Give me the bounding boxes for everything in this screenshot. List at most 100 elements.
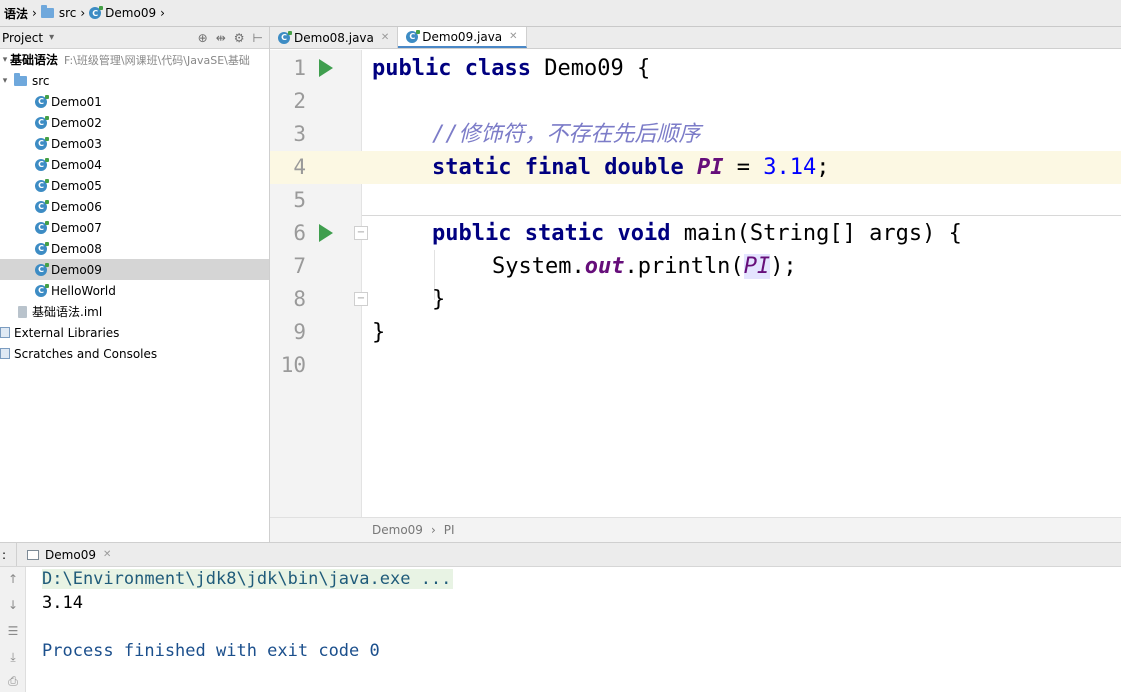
tree-item-label: Scratches and Consoles [14,346,158,361]
call-end: ); [770,254,797,279]
code-line: 8 − } [270,283,1121,316]
tree-item-class-selected[interactable]: C Demo09 [0,259,269,280]
soft-wrap-icon[interactable]: ☰ [6,624,20,638]
fold-icon[interactable]: − [354,226,368,240]
run-gutter-icon[interactable] [319,59,333,77]
tree-item-label: src [32,73,50,88]
hide-icon[interactable]: ⊢ [253,31,263,45]
comment: //修饰符，不存在先后顺序 [432,122,701,147]
gear-icon[interactable]: ⚙ [234,31,245,45]
tree-item-class[interactable]: C Demo02 [0,112,269,133]
tree-item-class[interactable]: C Demo03 [0,133,269,154]
tab-demo08[interactable]: C Demo08.java ✕ [270,27,399,48]
breadcrumb-class[interactable]: Demo09 [372,523,423,537]
dropdown-arrow-icon[interactable]: ▾ [49,32,54,43]
editor-tabs: C Demo08.java ✕ C Demo09.java ✕ [270,27,1121,49]
line-number: 7 [293,254,306,278]
tree-item-label: Demo05 [51,178,102,193]
fold-icon[interactable]: − [354,292,368,306]
run-gutter-icon[interactable] [319,224,333,242]
code-text: } [372,320,386,345]
print-icon[interactable]: ⎙ [6,674,20,688]
tree-item-label: Demo09 [51,262,102,277]
scroll-to-end-icon[interactable]: ⤓ [6,650,20,664]
java-class-icon: C [35,178,49,192]
tab-label: Demo09.java [422,29,503,44]
library-icon [0,327,10,338]
code-line: 5 [270,184,1121,217]
method-separator [362,215,1121,216]
console-command: D:\Environment\jdk8\jdk\bin\java.exe ... [42,569,454,589]
project-view-selector[interactable]: Project [2,31,43,45]
tree-item-class[interactable]: C Demo04 [0,154,269,175]
tree-item-label: 基础语法.iml [32,305,103,319]
tree-item-src[interactable]: ▾ src [0,70,269,91]
code-text: static final double PI = 3.14; [432,151,829,184]
static-field: PI [696,155,724,180]
target-icon[interactable]: ⊕ [198,31,208,45]
breadcrumb-member[interactable]: PI [444,523,455,537]
tree-item-class[interactable]: C Demo06 [0,196,269,217]
chevron-right-icon: › [430,523,436,537]
down-arrow-icon[interactable]: ↓ [6,598,20,612]
keyword: class [464,56,531,81]
static-field: out [584,254,625,279]
chevron-right-icon: › [160,6,165,20]
close-icon[interactable]: ✕ [509,31,517,42]
tab-demo09[interactable]: C Demo09.java ✕ [398,27,527,48]
code-line: 9 } [270,316,1121,349]
tree-item-class[interactable]: C Demo01 [0,91,269,112]
tree-item-root[interactable]: ▾ 基础语法 F:\班级管理\网课班\代码\JavaSE\基础 [0,49,269,70]
tree-item-class[interactable]: C Demo05 [0,175,269,196]
line-number: 5 [293,188,306,212]
tree-item-external-libraries[interactable]: External Libraries [0,322,269,343]
java-class-icon: C [35,283,49,297]
nav-crumb-demo09[interactable]: C Demo09 [85,0,160,26]
nav-crumb-src[interactable]: src [37,0,81,26]
keyword: public [372,56,452,81]
close-icon[interactable]: ✕ [381,32,389,43]
run-tab-label: Demo09 [45,547,96,562]
up-arrow-icon[interactable]: ↑ [6,572,20,586]
collapse-all-icon[interactable]: ⇹ [216,31,226,45]
tree-item-label: Demo02 [51,115,102,130]
tree-item-class[interactable]: C HelloWorld [0,280,269,301]
code-text: } [432,287,446,312]
static-field: PI [743,254,771,279]
line-number: 2 [293,89,306,113]
code-editor[interactable]: 1 public class Demo09 { 2 3 //修饰符，不存在先后顺… [270,50,1121,517]
tree-item-scratches[interactable]: Scratches and Consoles [0,343,269,364]
java-class-icon: C [278,30,292,44]
keyword: static [524,221,605,246]
line-number: 4 [293,155,306,179]
console-line: Process finished with exit code 0 [42,641,380,661]
java-class-icon: C [35,136,49,150]
java-class-icon: C [35,220,49,234]
run-config-icon [27,549,40,560]
tree-item-iml[interactable]: 基础语法.iml [0,301,269,322]
line-number: 9 [293,320,306,344]
code-text: public static void main(String[] args) { [432,217,962,250]
tree-item-class[interactable]: C Demo07 [0,217,269,238]
tree-item-path: F:\班级管理\网课班\代码\JavaSE\基础 [64,53,250,67]
scratches-icon [0,348,10,359]
tree-item-label: Demo01 [51,94,102,109]
java-class-icon: C [406,29,421,43]
expand-arrow-icon[interactable]: ▾ [0,55,10,65]
console-output[interactable]: D:\Environment\jdk8\jdk\bin\java.exe ...… [26,567,1121,692]
java-class-icon: C [35,241,49,255]
semicolon: ; [816,155,830,180]
tree-item-class[interactable]: C Demo08 [0,238,269,259]
brace: { [636,56,651,81]
run-tab-demo09[interactable]: Demo09 ✕ [16,543,121,566]
tree-item-label: Demo03 [51,136,102,151]
ide-window: 语法 › src › C Demo09 › Project ▾ ⊕ ⇹ ⚙ ⊢ [0,0,1121,692]
java-class-icon: C [35,199,49,213]
method-call: .println( [624,254,744,279]
nav-crumb-project[interactable]: 语法 [0,0,32,26]
java-class-icon: C [89,6,104,19]
expand-arrow-icon[interactable]: ▾ [0,76,10,86]
console-line: 3.14 [42,593,83,613]
close-icon[interactable]: ✕ [103,549,111,560]
project-panel-header: Project ▾ ⊕ ⇹ ⚙ ⊢ [0,27,269,49]
